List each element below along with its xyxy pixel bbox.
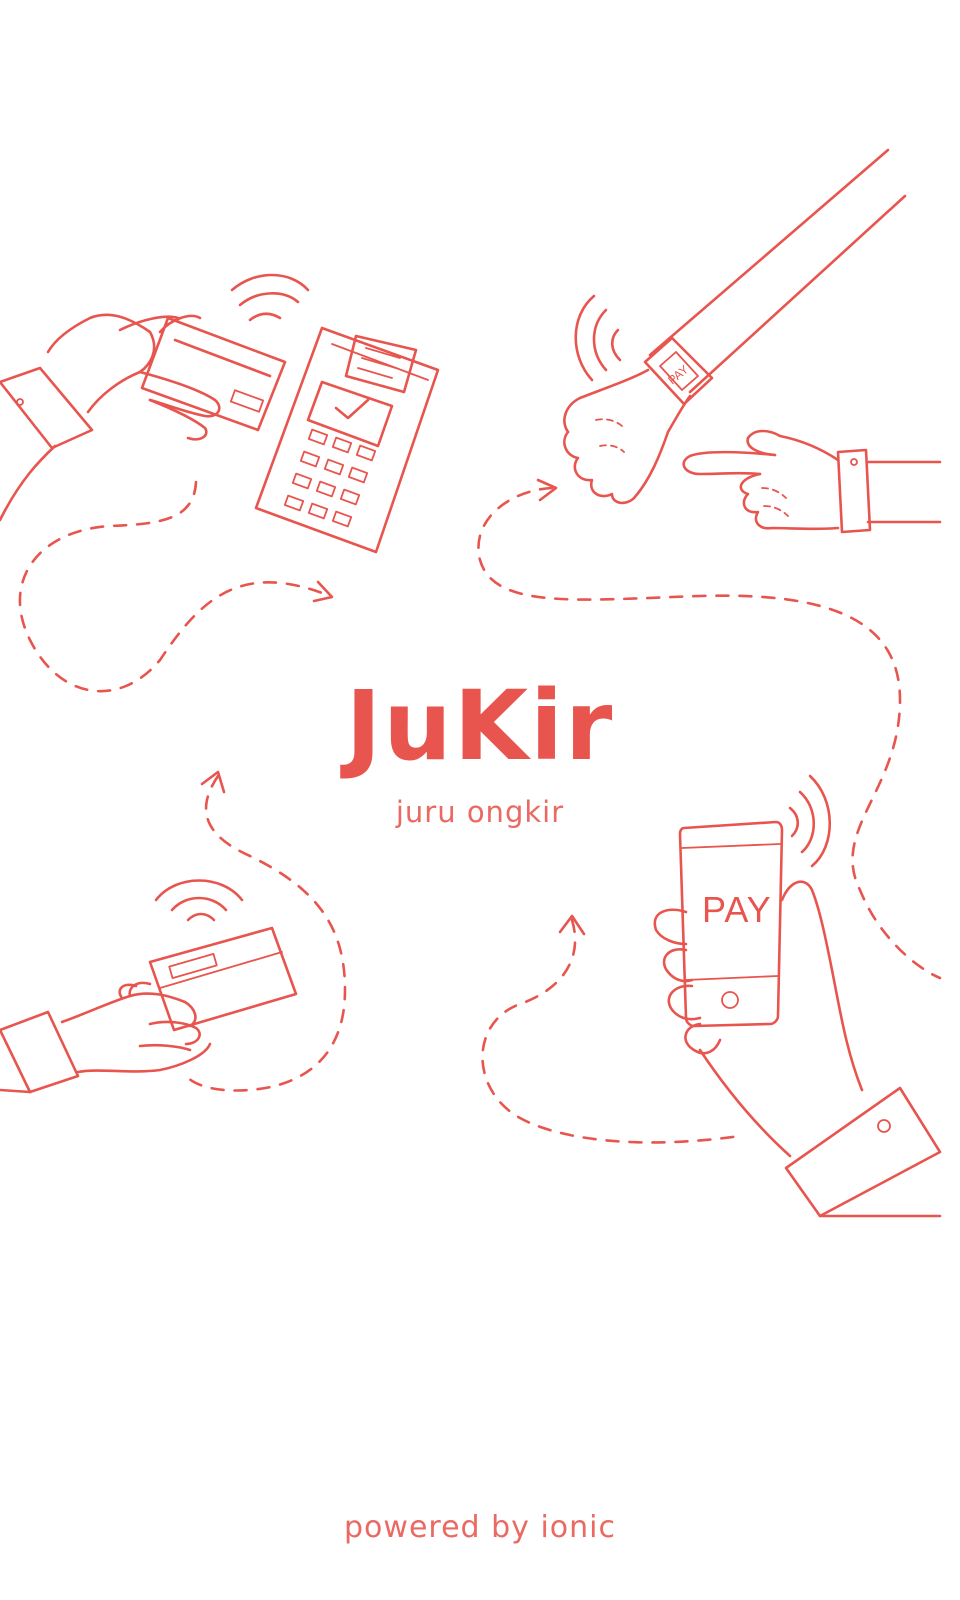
smartwatch-payment-illustration: PAY: [563, 148, 942, 534]
app-title: JuKir: [345, 670, 615, 782]
mobile-phone-payment-illustration: PAY: [653, 774, 942, 1218]
credit-card-contactless-illustration: [0, 879, 298, 1094]
phone-pay-label: PAY: [702, 889, 772, 930]
app-subtitle: juru ongkir: [395, 795, 565, 829]
svg-text:PAY: PAY: [665, 362, 691, 387]
powered-by-footer: powered by ionic: [344, 1510, 616, 1545]
splash-screen: PAY PAY JuKir juru ongkir powered by ion…: [0, 0, 960, 1600]
card-terminal-payment-illustration: [0, 273, 440, 554]
